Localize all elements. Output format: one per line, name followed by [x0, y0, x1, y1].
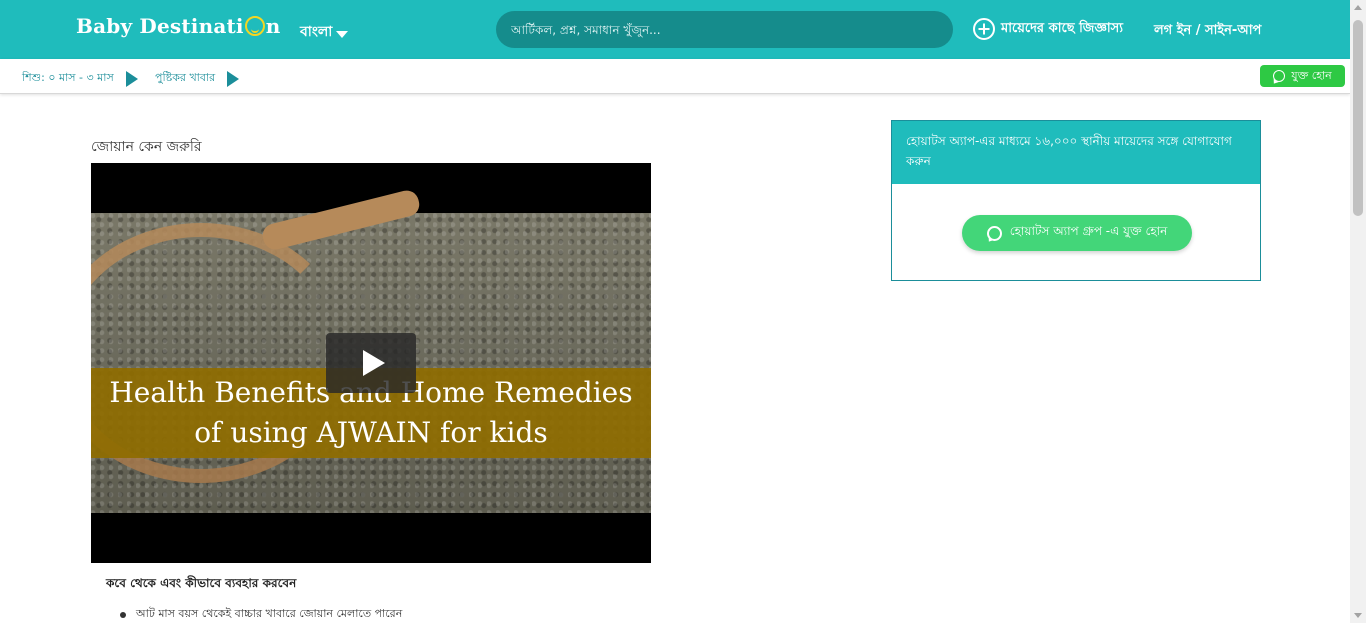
- whatsapp-promo-card: হোয়াটস অ্যাপ-এর মাধ্যমে ১৬,০০০ স্থানীয়…: [891, 120, 1261, 281]
- bullet-icon: [120, 611, 126, 618]
- breadcrumb-label: শিশু: ০ মাস - ৩ মাস: [22, 71, 114, 84]
- list-item: আট মাস বয়স থেকেই বাচ্চার খাবারে জোয়ান …: [120, 605, 402, 623]
- breadcrumb-item-nutrition[interactable]: পুষ্টিকর খাবার: [155, 69, 240, 88]
- breadcrumb-bar: শিশু: ০ মাস - ৩ মাস পুষ্টিকর খাবার যুক্ত…: [0, 59, 1350, 94]
- page-scrollbar[interactable]: [1350, 0, 1366, 623]
- login-signup-link[interactable]: লগ ইন / সাইন-আপ: [1154, 21, 1261, 42]
- whatsapp-icon: [986, 225, 1002, 241]
- ask-mothers-button[interactable]: মায়েদের কাছে জিজ্ঞাস্য: [973, 18, 1123, 40]
- whatsapp-group-join-button[interactable]: হোয়াটস অ্যাপ গ্রুপ -এ যুক্ত হোন: [962, 215, 1192, 251]
- logo-text-end: n: [265, 14, 281, 38]
- scroll-up-icon[interactable]: [1354, 5, 1362, 10]
- play-arrow-icon: [125, 70, 138, 87]
- breadcrumb-item-age[interactable]: শিশু: ০ মাস - ৩ মাস: [22, 69, 138, 88]
- plus-circle-icon: [973, 18, 995, 40]
- article-section-title: জোয়ান কেন জরুরি: [91, 139, 202, 155]
- brand-logo[interactable]: Baby Destinati n: [76, 14, 280, 38]
- promo-card-text: হোয়াটস অ্যাপ-এর মাধ্যমে ১৬,০০০ স্থানীয়…: [892, 121, 1260, 184]
- scroll-down-icon[interactable]: [1354, 613, 1362, 618]
- language-selector[interactable]: বাংলা: [300, 20, 349, 44]
- article-subheading: কবে থেকে এবং কীভাবে ব্যবহার করবেন: [106, 576, 297, 590]
- whatsapp-join-button[interactable]: যুক্ত হোন: [1260, 65, 1345, 87]
- search-input[interactable]: [496, 11, 953, 48]
- list-item-text: আট মাস বয়স থেকেই বাচ্চার খাবারে জোয়ান …: [136, 607, 403, 620]
- video-caption-line: of using AJWAIN for kids: [194, 416, 548, 449]
- whatsapp-join-label: যুক্ত হোন: [1291, 68, 1332, 82]
- logo-smiley-icon: [244, 16, 265, 36]
- play-button[interactable]: [326, 333, 416, 393]
- play-icon: [362, 350, 385, 376]
- scrollbar-thumb[interactable]: [1353, 20, 1363, 216]
- logo-text: Baby Destinati: [76, 14, 244, 38]
- spoon-handle-image: [260, 188, 422, 252]
- whatsapp-group-join-label: হোয়াটস অ্যাপ গ্রুপ -এ যুক্ত হোন: [1009, 224, 1168, 238]
- video-player[interactable]: Health Benefits and Home Remedies of usi…: [91, 163, 651, 563]
- top-header: Baby Destinati n বাংলা মায়েদের কাছে জিজ্…: [0, 0, 1350, 59]
- ask-mothers-label: মায়েদের কাছে জিজ্ঞাস্য: [1001, 20, 1124, 36]
- breadcrumb-label: পুষ্টিকর খাবার: [155, 71, 216, 84]
- chevron-down-icon: [336, 30, 349, 38]
- language-label: বাংলা: [300, 24, 333, 40]
- whatsapp-icon: [1273, 70, 1286, 82]
- play-arrow-icon: [227, 70, 240, 87]
